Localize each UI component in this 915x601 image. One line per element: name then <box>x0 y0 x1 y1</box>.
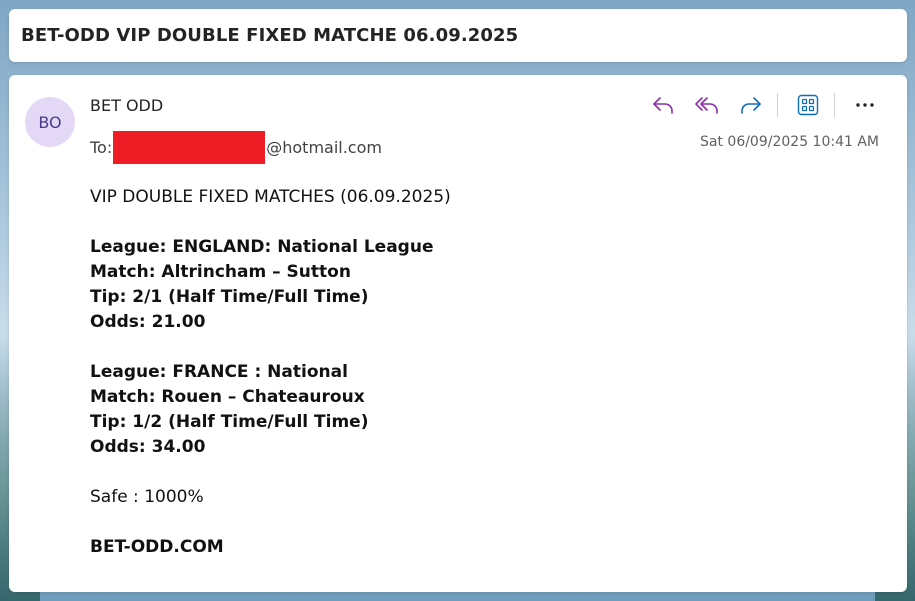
message-body: VIP DOUBLE FIXED MATCHES (06.09.2025) Le… <box>90 185 870 560</box>
apps-button[interactable] <box>794 93 822 117</box>
forward-button[interactable] <box>737 93 765 117</box>
more-options-icon <box>856 103 874 107</box>
message-date: Sat 06/09/2025 10:41 AM <box>700 134 879 150</box>
subject-header: BET-ODD VIP DOUBLE FIXED MATCHE 06.09.20… <box>9 9 907 62</box>
match-tip: Tip: 1/2 (Half Time/Full Time) <box>90 412 369 432</box>
reply-all-icon <box>695 97 718 114</box>
sender-avatar[interactable]: BO <box>25 97 75 147</box>
match-odds: Odds: 21.00 <box>90 312 206 332</box>
match-league: League: ENGLAND: National League <box>90 237 434 257</box>
site-name: BET-ODD.COM <box>90 537 224 557</box>
to-label: To: <box>90 138 113 157</box>
safe-line: Safe : 1000% <box>90 487 204 507</box>
match-teams: Match: Altrincham – Sutton <box>90 262 351 282</box>
avatar-initials: BO <box>38 112 62 132</box>
redacted-recipient <box>113 131 266 164</box>
body-intro: VIP DOUBLE FIXED MATCHES (06.09.2025) <box>90 187 451 207</box>
apps-grid-icon <box>797 94 819 116</box>
email-subject: BET-ODD VIP DOUBLE FIXED MATCHE 06.09.20… <box>21 25 519 46</box>
sender-name[interactable]: BET ODD <box>90 96 163 115</box>
match-odds: Odds: 34.00 <box>90 437 206 457</box>
recipient-domain[interactable]: @hotmail.com <box>266 138 382 157</box>
toolbar-divider <box>834 93 835 117</box>
reply-icon <box>653 97 673 114</box>
forward-icon <box>741 97 761 114</box>
recipient-line: To: @hotmail.com <box>90 131 382 164</box>
message-card: BO BET ODD To: @hotmail.com Sat 06/09/20… <box>9 75 907 592</box>
message-actions <box>633 93 879 117</box>
match-teams: Match: Rouen – Chateauroux <box>90 387 365 407</box>
match-tip: Tip: 2/1 (Half Time/Full Time) <box>90 287 369 307</box>
more-options-button[interactable] <box>851 93 879 117</box>
match-league: League: FRANCE : National <box>90 362 348 382</box>
reply-button[interactable] <box>649 93 677 117</box>
toolbar-divider <box>777 93 778 117</box>
reply-all-button[interactable] <box>693 93 721 117</box>
